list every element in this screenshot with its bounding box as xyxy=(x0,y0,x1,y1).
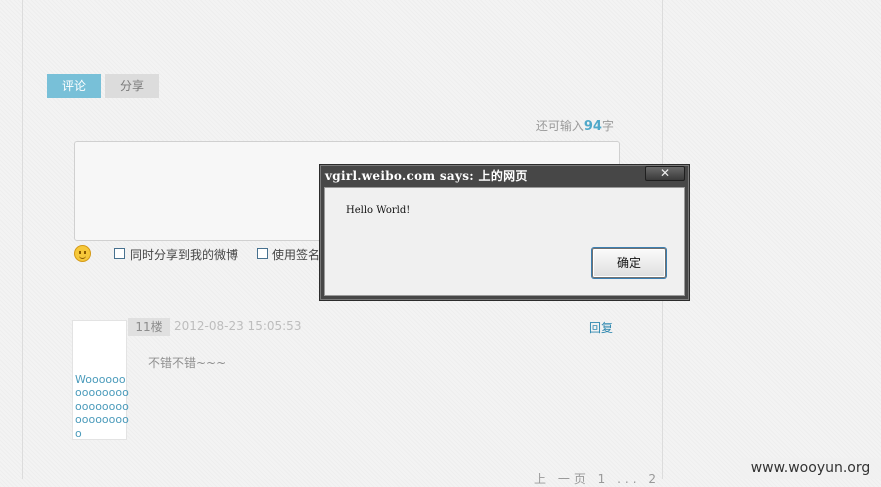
remaining-count: 94 xyxy=(583,119,602,134)
column-border-left xyxy=(22,0,23,479)
share-to-weibo-checkbox[interactable] xyxy=(114,248,125,259)
dialog-titlebar[interactable]: vgirl.weibo.com says: 上的网页 ✕ xyxy=(320,165,689,185)
close-icon[interactable]: ✕ xyxy=(645,166,685,181)
alert-dialog: vgirl.weibo.com says: 上的网页 ✕ Hello World… xyxy=(319,164,690,301)
use-signature-label: 使用签名 xyxy=(272,248,321,262)
watermark: www.wooyun.org xyxy=(740,458,881,479)
tab-share[interactable]: 分享 xyxy=(105,74,159,98)
reply-link[interactable]: 回复 xyxy=(589,319,613,336)
comment-timestamp: 2012-08-23 15:05:53 xyxy=(174,319,302,333)
comment-content: 不错不错~~~ xyxy=(148,356,227,370)
dialog-body: Hello World! 确定 xyxy=(324,187,685,296)
dialog-message: Hello World! xyxy=(346,205,411,216)
remaining-prefix: 还可输入 xyxy=(535,119,584,133)
use-signature-checkbox[interactable] xyxy=(257,248,268,259)
share-to-weibo-label: 同时分享到我的微博 xyxy=(130,248,239,262)
ok-button[interactable]: 确定 xyxy=(592,248,666,278)
comment-username[interactable]: Wooooooooooooooooooooooooooooooo xyxy=(75,373,129,440)
floor-badge: 11楼 xyxy=(128,318,170,336)
emoticon-icon[interactable] xyxy=(74,245,91,262)
remaining-chars: 还可输入94字 xyxy=(536,117,614,134)
remaining-suffix: 字 xyxy=(601,119,614,133)
dialog-title: vgirl.weibo.com says: 上的网页 xyxy=(325,169,528,183)
tab-comment[interactable]: 评论 xyxy=(47,74,101,98)
